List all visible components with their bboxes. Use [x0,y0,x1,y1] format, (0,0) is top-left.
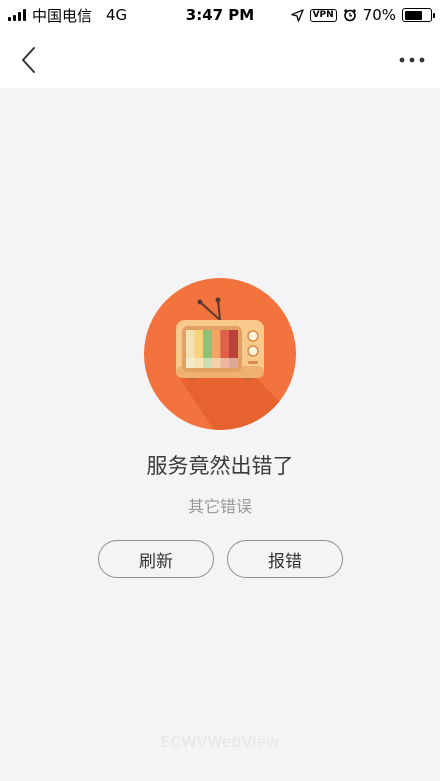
network-type: 4G [106,6,128,24]
chevron-left-icon [22,47,35,73]
carrier-name: 中国电信 [32,6,93,25]
webview-watermark: ECWVWebView [160,733,280,751]
more-button[interactable] [392,40,432,80]
location-arrow-icon [290,8,304,22]
battery-percent: 70% [362,6,396,24]
battery-level [404,10,422,20]
nav-bar [0,30,440,88]
tv-icon [176,297,296,430]
report-error-button[interactable]: 报错 [227,540,343,578]
more-dots-icon [399,57,425,63]
error-title: 服务竟然出错了 [146,454,294,478]
vpn-badge: VPN [309,8,337,22]
alarm-clock-icon [343,8,356,22]
status-bar: 中国电信 4G 3:47 PM VPN 70% [0,0,440,30]
back-button[interactable] [10,40,46,80]
battery-icon [402,8,435,22]
error-illustration [144,278,296,430]
refresh-button[interactable]: 刷新 [98,540,214,578]
signal-strength-icon [8,9,26,21]
error-subtitle: 其它错误 [187,497,252,516]
